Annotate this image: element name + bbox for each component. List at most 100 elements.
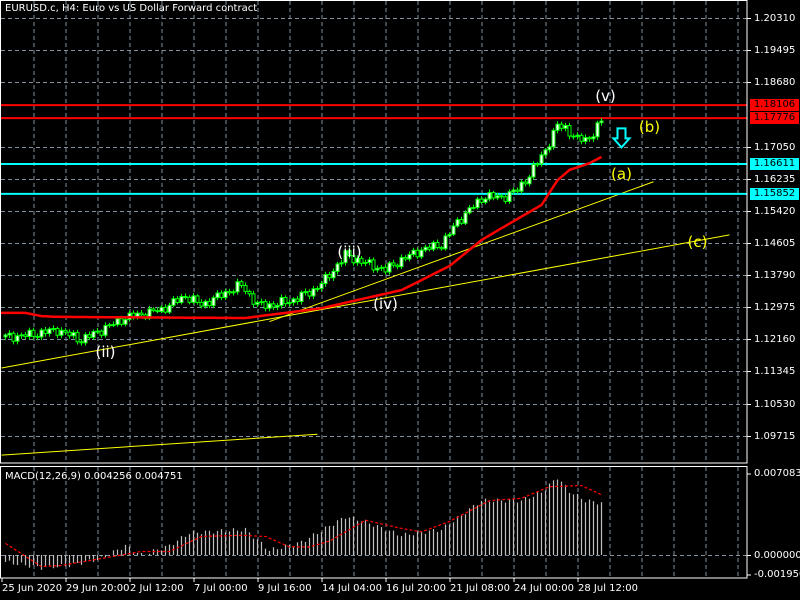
candle-bear [523,181,528,185]
candle-bull [555,123,560,131]
candle-bull [279,296,284,307]
candle-bull [535,163,540,166]
candle-bull [19,334,24,337]
candle-bull [467,207,472,214]
candle-bull [107,324,112,327]
candle-bull [483,198,488,203]
horizontal-lines[interactable] [1,104,747,195]
chart-title: EURUSD.c, H4: Euro vs US Dollar Forward … [5,3,258,14]
candle-bull [171,298,176,306]
candle-bull [575,134,580,138]
wave-label: (b) [638,118,661,136]
time-axis-label: 21 Jul 08:00 [450,583,510,594]
candle-bear [11,332,16,342]
candle-bear [219,292,224,299]
candle-bull [311,288,316,297]
trendline [269,181,654,323]
candle-bull [531,163,536,178]
candle-bear [271,303,276,308]
candle-bear [327,274,332,279]
candle-bear [515,189,520,192]
macd-axis-label: 0.000000 [754,549,800,561]
candle-bull [51,327,56,330]
time-axis-label: 28 Jul 12:00 [578,583,638,594]
candle-bear [75,332,80,343]
candle-bear [199,301,204,307]
candle-bull [471,206,476,209]
candle-bear [207,300,212,307]
price-axis-label: 1.18680 [754,76,796,88]
candle-bear [427,246,432,250]
candle-bull [215,292,220,299]
macd-axis-label: -0.001950 [754,569,800,580]
candle-bull [303,291,308,294]
macd-pane-frame [0,466,748,579]
candle-bear [151,308,156,312]
candle-bear [479,198,484,203]
price-axis-label: 1.16235 [754,173,796,185]
support-price-label: 1.16611 [750,157,799,170]
candle-bear [459,219,464,224]
candle-bull [83,334,88,344]
support-price-label: 1.15852 [750,187,799,200]
price-axis-label: 1.15420 [754,205,796,217]
candle-bull [159,306,164,312]
candle-bear [395,264,400,268]
candle-bear [163,306,168,313]
candle-bear [307,291,312,297]
candle-bear [175,298,180,303]
candle-bear [571,135,576,138]
candle-bull [447,233,452,237]
candle-bull [71,332,76,337]
candle-bull [47,328,52,335]
candle-bull [367,259,372,263]
grid [1,1,747,578]
candle-bear [403,256,408,260]
candle-bull [495,195,500,199]
candle-bull [315,288,320,291]
candle-bull [123,319,128,325]
candle-bear [155,310,160,313]
main-pane-frame [0,0,748,464]
candle-bear [439,247,444,250]
candle-bull [235,281,240,293]
candle-bull [223,291,228,299]
wave-label: (c) [687,232,708,251]
time-axis-label: 7 Jul 00:00 [194,583,248,594]
candle-bear [99,330,104,336]
candle-bull [363,261,368,264]
time-axis-label: 25 Jun 2020 [2,583,63,594]
candle-bull [591,136,596,140]
candle-bull [191,295,196,303]
chart-canvas[interactable] [0,0,800,600]
candle-bull [319,283,324,290]
down-arrow-icon [611,127,632,149]
candle-bull [507,191,512,202]
pane-frames [0,0,751,582]
candle-bear [371,259,376,271]
candle-bull [539,154,544,165]
candle-bear [87,334,92,338]
candle-bear [247,290,252,295]
candle-bull [487,192,492,200]
candle-bear [227,291,232,294]
candle-bear [139,312,144,316]
candle-bear [251,293,256,305]
candle-bull [543,149,548,156]
candle-bear [491,192,496,199]
candle-bull [375,267,380,271]
price-axis-label: 1.12975 [754,301,796,313]
candle-bear [503,196,508,202]
candle-bear [187,296,192,303]
time-axis-label: 2 Jul 12:00 [130,583,184,594]
price-axis-label: 1.20310 [754,12,796,24]
candle-bear [63,329,68,333]
candle-bull [255,301,260,305]
wave-label: (iv) [373,294,398,313]
candle-bull [111,324,116,327]
candle-bull [39,329,44,338]
candle-bull [259,301,264,304]
candle-bear [55,327,60,336]
candle-bull [455,219,460,227]
candle-bull [419,249,424,258]
